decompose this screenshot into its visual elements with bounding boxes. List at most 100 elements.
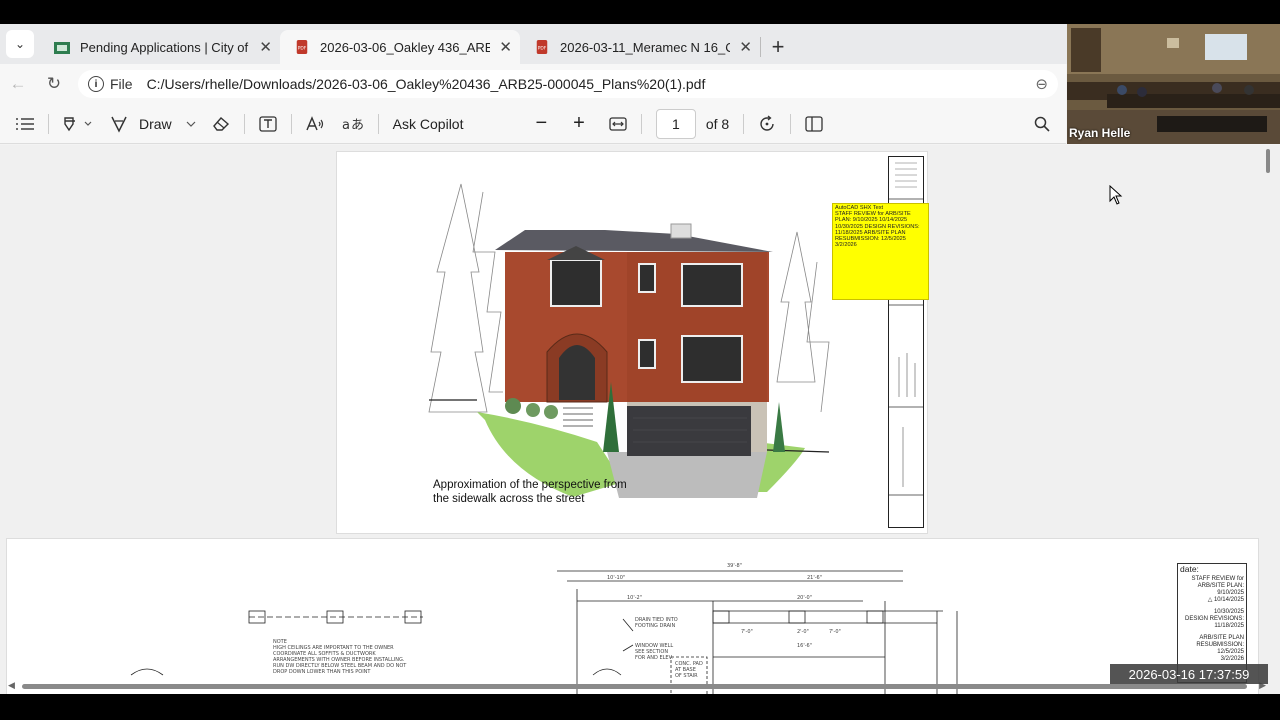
rotate-icon: [760, 114, 774, 131]
page-number-input[interactable]: 1: [655, 108, 696, 139]
eraser-icon: [212, 116, 229, 131]
caption-line-1: Approximation of the perspective from: [433, 479, 627, 491]
svg-text:PDF: PDF: [538, 46, 547, 52]
tab-pending-applications[interactable]: Pending Applications | City of Clay ✕: [40, 30, 280, 64]
pdf-viewer[interactable]: Approximation of the perspective from th…: [0, 145, 1280, 694]
date-line: ARB/SITE PLAN: [1199, 635, 1244, 641]
fit-width-button[interactable]: [601, 109, 635, 139]
tab-oakley-pdf[interactable]: PDF 2026-03-06_Oakley 436_ARB25-00 ✕: [280, 30, 520, 64]
svg-text:2'-0": 2'-0": [797, 629, 809, 635]
city-favicon: [54, 42, 70, 54]
draw-button[interactable]: Draw: [101, 109, 204, 139]
revision-note[interactable]: AutoCAD SHX Text STAFF REVIEW for ARB/SI…: [832, 203, 929, 300]
close-icon[interactable]: ✕: [259, 38, 272, 56]
ask-copilot-label: Ask Copilot: [392, 115, 464, 132]
find-button[interactable]: [1026, 109, 1066, 139]
pdf-icon: PDF: [296, 40, 308, 54]
scroll-left-icon[interactable]: ◀: [8, 680, 15, 691]
plus-icon: +: [573, 112, 585, 134]
date-label: date:: [1180, 564, 1199, 574]
page-number-group: 1 of 8: [648, 108, 737, 139]
pdf-page-2: NOTE HIGH CEILINGS ARE IMPORTANT TO THE …: [6, 538, 1259, 694]
toolbar-separator: [640, 113, 642, 134]
zoom-out-icon[interactable]: ⊖: [1035, 75, 1048, 93]
mouse-cursor-icon: [1109, 185, 1123, 205]
date-line: STAFF REVIEW for: [1191, 576, 1244, 582]
translate-icon: aあ: [342, 118, 364, 132]
contents-button[interactable]: [0, 109, 42, 139]
svg-text:10'-10": 10'-10": [607, 575, 625, 581]
toolbar-separator: [743, 113, 745, 134]
svg-text:PDF: PDF: [298, 46, 307, 52]
chevron-down-icon: ⌄: [14, 37, 26, 51]
read-aloud-icon: [306, 115, 323, 130]
svg-text:OF STAIR: OF STAIR: [675, 673, 698, 679]
zoom-in-button[interactable]: +: [565, 109, 593, 139]
address-field[interactable]: i File C:/Users/rhelle/Downloads/2026-03…: [78, 70, 1058, 98]
arrow-left-icon: ←: [9, 74, 27, 93]
date-lines: STAFF REVIEW for ARB/SITE PLAN: 9/10/202…: [1180, 576, 1244, 663]
minus-icon: −: [535, 112, 548, 134]
horizontal-scroll-thumb[interactable]: [22, 684, 1247, 689]
highlight-button[interactable]: [55, 109, 101, 139]
close-icon[interactable]: ✕: [739, 38, 752, 56]
date-line: ARB/SITE PLAN:: [1197, 583, 1244, 589]
date-line: 10/30/2025: [1213, 609, 1244, 615]
search-icon: [1034, 116, 1050, 132]
tab-label: 2026-03-11_Meramec N 16_CUP2(: [560, 39, 730, 55]
tab-actions-menu[interactable]: ⌄: [6, 30, 34, 58]
svg-text:あ: あ: [351, 118, 364, 132]
text-box-icon: [259, 115, 277, 132]
url-path: C:/Users/rhelle/Downloads/2026-03-06_Oak…: [146, 76, 706, 92]
tab-label: 2026-03-06_Oakley 436_ARB25-00: [320, 39, 490, 55]
caption-line-2: the sidewalk across the street: [433, 493, 585, 505]
svg-text:7'-0": 7'-0": [741, 629, 753, 635]
horizontal-scrollbar[interactable]: ◀ ▶: [6, 680, 1268, 692]
read-aloud-button[interactable]: [298, 109, 334, 139]
svg-text:10'-2": 10'-2": [627, 595, 642, 601]
svg-text:16'-6": 16'-6": [797, 643, 812, 649]
erase-button[interactable]: [204, 109, 238, 139]
page-view-button[interactable]: [797, 109, 831, 139]
draw-label: Draw: [139, 115, 172, 132]
rendering-caption: Approximation of the perspective from th…: [433, 478, 627, 506]
address-bar-row: ← ↻ i File C:/Users/rhelle/Downloads/202…: [0, 64, 1066, 104]
date-line: 12/5/2025: [1217, 649, 1244, 655]
rotate-button[interactable]: [750, 109, 784, 139]
vertical-scrollbar[interactable]: [1262, 145, 1274, 694]
svg-text:39'-8": 39'-8": [727, 563, 742, 569]
list-icon: [16, 117, 34, 130]
add-text-button[interactable]: [251, 109, 285, 139]
toolbar-separator: [790, 113, 792, 134]
fit-width-icon: [609, 116, 627, 131]
ask-copilot-button[interactable]: Ask Copilot: [385, 109, 472, 139]
toolbar-separator: [377, 113, 379, 134]
info-icon[interactable]: i: [88, 76, 104, 92]
plus-icon: +: [771, 34, 785, 59]
refresh-button[interactable]: ↻: [36, 66, 72, 102]
toolbar-separator: [243, 113, 245, 134]
close-icon[interactable]: ✕: [499, 38, 512, 56]
date-line: △ 10/14/2025: [1207, 597, 1244, 603]
date-line: DESIGN REVISIONS:: [1184, 616, 1244, 622]
svg-text:FOOTING DRAIN: FOOTING DRAIN: [635, 623, 675, 629]
page-total: of 8: [705, 115, 730, 132]
date-line: 9/10/2025: [1217, 590, 1244, 596]
date-line: 11/18/2025: [1214, 623, 1244, 629]
url-scheme: File: [110, 76, 133, 92]
two-page-icon: [805, 115, 823, 132]
tab-meramec-pdf[interactable]: PDF 2026-03-11_Meramec N 16_CUP2( ✕: [520, 30, 760, 64]
browser-window: ⌄ Pending Applications | City of Clay ✕ …: [0, 24, 1280, 694]
zoom-out-button[interactable]: −: [527, 109, 555, 139]
toolbar-separator: [290, 113, 292, 134]
refresh-icon: ↻: [46, 74, 62, 93]
translate-button[interactable]: aあ: [334, 109, 372, 139]
pdf-toolbar: Draw aあ Ask Copilot − + 1 of 8: [0, 104, 1066, 144]
vertical-scroll-thumb[interactable]: [1266, 149, 1270, 173]
svg-text:7'-0": 7'-0": [829, 629, 841, 635]
back-button[interactable]: ←: [0, 66, 36, 102]
pdf-page-1: Approximation of the perspective from th…: [336, 151, 929, 534]
new-tab-button[interactable]: +: [761, 30, 795, 64]
highlighter-icon: [64, 116, 92, 131]
page-current: 1: [671, 115, 680, 132]
